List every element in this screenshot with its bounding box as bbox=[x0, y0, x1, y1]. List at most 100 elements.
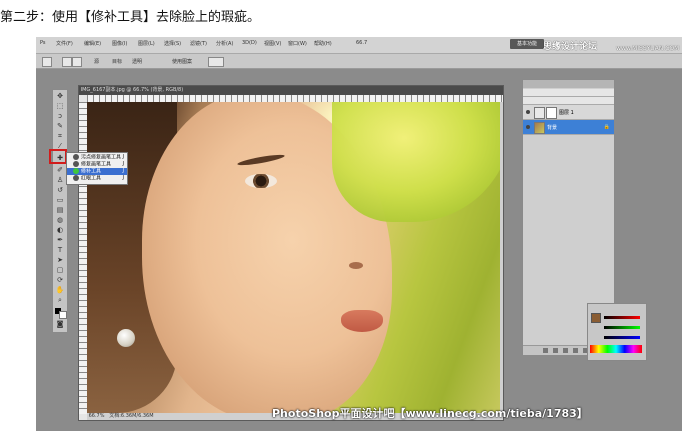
quick-mask-icon[interactable]: ◙ bbox=[55, 320, 65, 329]
credit-watermark: PhotoShop平面设计吧【www.linecg.com/tieba/1783… bbox=[272, 407, 588, 420]
3d-rotate-tool-icon[interactable]: ⟳ bbox=[55, 276, 65, 285]
toolbox: ✥ ⬚ ↄ ✎ ⌗ ⁄ ✚ ✐ ♙ ↺ ▭ ▤ ◍ ◐ ✒ T ➤ ▢ ⟳ ✋ … bbox=[52, 89, 68, 333]
document-title-text: IMG_6167副本.jpg @ 66.7% (背景, RGB/8) bbox=[80, 87, 184, 93]
layer-name: 背景 bbox=[547, 125, 558, 131]
flyout-item-healing-brush[interactable]: 修复画笔工具 J bbox=[67, 161, 127, 168]
move-tool-icon[interactable]: ✥ bbox=[55, 92, 65, 101]
photo-lips bbox=[341, 310, 383, 332]
document-tab-title[interactable]: IMG_6167副本.jpg @ 66.7% (背景, RGB/8) bbox=[79, 86, 503, 95]
gradient-tool-icon[interactable]: ▤ bbox=[55, 206, 65, 215]
menu-layer[interactable]: 图层(L) bbox=[138, 40, 155, 47]
watermark-text: 思缘设计论坛 bbox=[543, 42, 598, 52]
layer-row-background[interactable]: 背景 🔒 bbox=[523, 120, 614, 135]
path-select-tool-icon[interactable]: ➤ bbox=[55, 256, 65, 265]
photo-earring bbox=[117, 329, 135, 347]
blue-slider[interactable] bbox=[604, 336, 640, 339]
zoom-level[interactable]: 66.7 bbox=[356, 40, 367, 46]
menu-edit[interactable]: 编辑(E) bbox=[84, 40, 101, 47]
healing-brush-icon bbox=[73, 161, 79, 167]
selection-mode-add[interactable] bbox=[72, 57, 82, 67]
crop-tool-icon[interactable]: ⌗ bbox=[55, 132, 65, 141]
blur-tool-icon[interactable]: ◍ bbox=[55, 216, 65, 225]
layer-thumbnail bbox=[534, 122, 545, 134]
menu-3d[interactable]: 3D(D) bbox=[242, 40, 257, 46]
tool-preset-picker[interactable] bbox=[42, 57, 52, 67]
patch-source-radio[interactable]: 源 bbox=[94, 58, 99, 65]
selection-mode-new[interactable] bbox=[62, 57, 72, 67]
eye-icon[interactable] bbox=[526, 110, 530, 114]
brush-tool-icon[interactable]: ✐ bbox=[55, 166, 65, 175]
eye-icon[interactable] bbox=[526, 125, 530, 129]
document-scrollbar[interactable] bbox=[500, 102, 503, 413]
options-bar: 源 目标 透明 使用图案 bbox=[36, 54, 682, 69]
page-caption: 第二步：使用【修补工具】去除脸上的瑕疵。 bbox=[0, 10, 261, 25]
layer-row-1[interactable]: 图层 1 bbox=[523, 105, 614, 120]
menu-select[interactable]: 选择(S) bbox=[164, 40, 181, 47]
photo-eye bbox=[245, 174, 277, 188]
flyout-item-red-eye[interactable]: 红眼工具 J bbox=[67, 175, 127, 182]
green-slider[interactable] bbox=[604, 326, 640, 329]
healing-tools-flyout: 污点修复画笔工具 J 修复画笔工具 J 修补工具 J 红眼工具 J bbox=[66, 152, 128, 185]
canvas-photo[interactable] bbox=[87, 102, 500, 413]
flyout-item-label: 红眼工具 bbox=[81, 175, 102, 182]
flyout-item-label: 修补工具 bbox=[81, 168, 102, 175]
quick-select-tool-icon[interactable]: ✎ bbox=[55, 122, 65, 131]
eraser-tool-icon[interactable]: ▭ bbox=[55, 196, 65, 205]
layer-name: 图层 1 bbox=[559, 110, 574, 116]
document-size-text: 文档:6.36M/6.36M bbox=[109, 413, 154, 419]
menu-window[interactable]: 窗口(W) bbox=[288, 40, 307, 47]
history-brush-tool-icon[interactable]: ↺ bbox=[55, 186, 65, 195]
patch-target-radio[interactable]: 目标 bbox=[112, 58, 122, 65]
flyout-item-patch-tool[interactable]: 修补工具 J bbox=[67, 168, 127, 175]
menu-view[interactable]: 视图(V) bbox=[264, 40, 281, 47]
lasso-tool-icon[interactable]: ↄ bbox=[55, 112, 65, 121]
photo-nostril bbox=[349, 262, 363, 269]
blend-mode-select[interactable]: 正常 bbox=[523, 89, 614, 106]
menu-image[interactable]: 图像(I) bbox=[112, 40, 127, 47]
flyout-item-shortcut: J bbox=[122, 168, 124, 174]
hand-tool-icon[interactable]: ✋ bbox=[55, 286, 65, 295]
type-tool-icon[interactable]: T bbox=[55, 246, 65, 255]
flyout-item-label: 污点修复画笔工具 bbox=[81, 154, 122, 161]
layer-style-icon[interactable] bbox=[553, 348, 558, 353]
use-pattern-button[interactable]: 使用图案 bbox=[172, 58, 192, 65]
marquee-tool-icon[interactable]: ⬚ bbox=[55, 102, 65, 111]
pattern-picker[interactable] bbox=[208, 57, 224, 67]
ps-logo: Ps bbox=[40, 40, 46, 46]
menu-bar: Ps 文件(F) 编辑(E) 图像(I) 图层(L) 选择(S) 滤镜(T) 分… bbox=[36, 37, 682, 54]
dodge-tool-icon[interactable]: ◐ bbox=[55, 226, 65, 235]
clone-stamp-tool-icon[interactable]: ♙ bbox=[55, 176, 65, 185]
flyout-item-label: 修复画笔工具 bbox=[81, 161, 112, 168]
color-spectrum-bar[interactable] bbox=[590, 345, 642, 353]
menu-filter[interactable]: 滤镜(T) bbox=[190, 40, 207, 47]
photoshop-window: Ps 文件(F) 编辑(E) 图像(I) 图层(L) 选择(S) 滤镜(T) 分… bbox=[36, 37, 682, 431]
workspace-button[interactable]: 基本功能 bbox=[510, 39, 544, 49]
lock-row bbox=[523, 97, 614, 105]
photo-leaf bbox=[332, 102, 500, 222]
patch-tool-icon bbox=[73, 168, 79, 174]
ruler-vertical bbox=[79, 102, 87, 414]
menu-help[interactable]: 帮助(H) bbox=[314, 40, 332, 47]
add-mask-icon[interactable] bbox=[563, 348, 568, 353]
adjustment-layer-icon[interactable] bbox=[573, 348, 578, 353]
lock-icon: 🔒 bbox=[603, 124, 610, 130]
color-swatch[interactable] bbox=[591, 313, 601, 323]
pen-tool-icon[interactable]: ✒ bbox=[55, 236, 65, 245]
red-slider[interactable] bbox=[604, 316, 640, 319]
red-eye-tool-icon bbox=[73, 175, 79, 181]
transparent-checkbox[interactable]: 透明 bbox=[132, 58, 142, 65]
flyout-item-spot-healing[interactable]: 污点修复画笔工具 J bbox=[67, 154, 127, 161]
shape-tool-icon[interactable]: ▢ bbox=[55, 266, 65, 275]
watermark-url: www.MISSYUAN.COM bbox=[616, 45, 680, 52]
spot-healing-brush-icon bbox=[73, 154, 79, 160]
zoom-tool-icon[interactable]: ⌕ bbox=[55, 296, 65, 305]
menu-analysis[interactable]: 分析(A) bbox=[216, 40, 233, 47]
layers-panel-tabs[interactable] bbox=[523, 80, 614, 88]
flyout-item-shortcut: J bbox=[122, 161, 124, 167]
document-window: IMG_6167副本.jpg @ 66.7% (背景, RGB/8) 66.7%… bbox=[78, 85, 504, 421]
link-layers-icon[interactable] bbox=[543, 348, 548, 353]
flyout-item-shortcut: J bbox=[122, 175, 124, 181]
menu-file[interactable]: 文件(F) bbox=[56, 40, 73, 47]
background-color-swatch[interactable] bbox=[59, 311, 67, 319]
patch-tool-highlight-box bbox=[49, 149, 67, 164]
